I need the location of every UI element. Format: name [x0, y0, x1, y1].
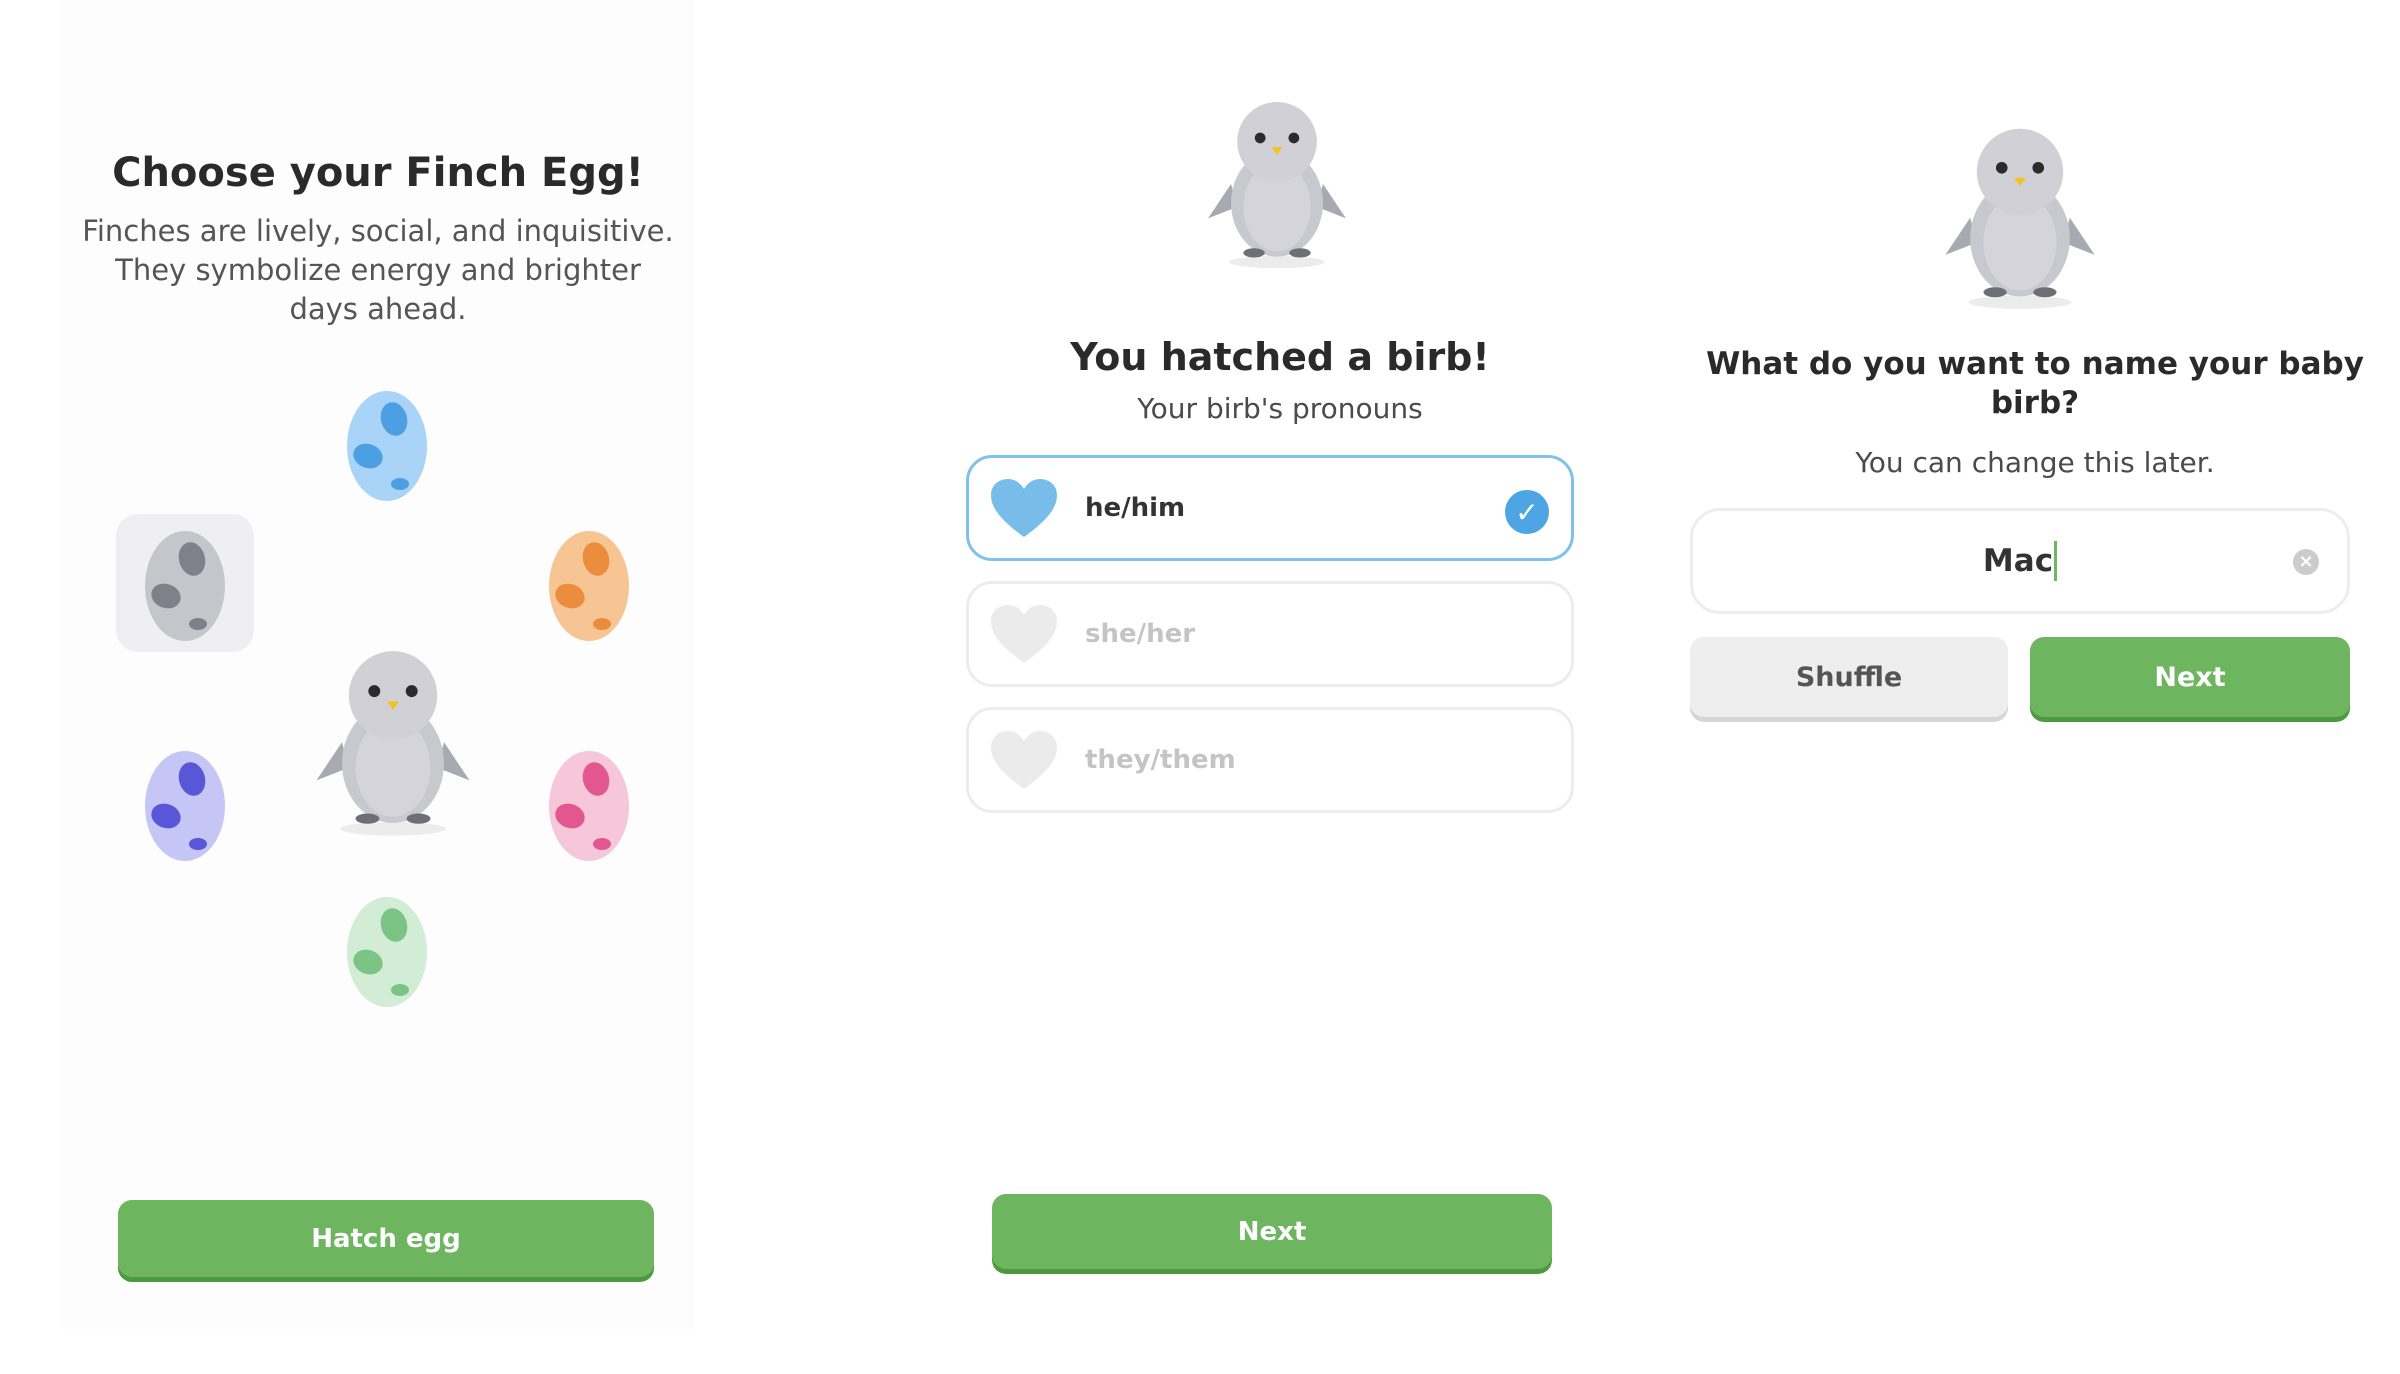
heart-icon [989, 729, 1059, 791]
heart-icon [989, 603, 1059, 665]
bird-illustration [308, 640, 478, 840]
page-subtitle: Your birb's pronouns [1137, 392, 1423, 425]
name-screen: What do you want to name your baby birb?… [1670, 0, 2400, 1374]
egg-icon [549, 751, 629, 861]
pronoun-option-she-her[interactable]: she/her [966, 581, 1574, 687]
hatch-egg-button[interactable]: Hatch egg [118, 1200, 654, 1277]
bird-illustration [1192, 92, 1362, 272]
heart-icon [989, 477, 1059, 539]
next-button[interactable]: Next [992, 1194, 1552, 1269]
shuffle-button[interactable]: Shuffle [1690, 637, 2008, 717]
egg-selection-screen: Choose your Finch Egg! Finches are livel… [62, 0, 694, 1330]
egg-icon [145, 531, 225, 641]
next-button[interactable]: Next [2030, 637, 2350, 717]
pronoun-label: they/them [1085, 745, 1236, 775]
text-caret [2054, 541, 2058, 581]
egg-orange[interactable] [544, 524, 634, 644]
egg-icon [549, 531, 629, 641]
pronoun-label: she/her [1085, 619, 1196, 649]
name-value: Mac [1982, 543, 2054, 579]
egg-pink[interactable] [544, 744, 634, 864]
egg-icon [347, 897, 427, 1007]
egg-description: Finches are lively, social, and inquisit… [82, 214, 674, 326]
page-title: What do you want to name your baby birb? [1706, 346, 2364, 421]
pronoun-label: he/him [1085, 493, 1186, 523]
name-input[interactable]: Mac × [1690, 508, 2350, 614]
egg-purple[interactable] [140, 744, 230, 864]
pronoun-screen: You hatched a birb! Your birb's pronouns… [900, 0, 1660, 1374]
egg-blue[interactable] [342, 384, 432, 504]
bird-illustration [1935, 118, 2105, 313]
egg-green[interactable] [342, 890, 432, 1010]
clear-icon[interactable]: × [2293, 549, 2319, 575]
pronoun-option-he-him[interactable]: he/him ✓ [966, 455, 1574, 561]
page-title: Choose your Finch Egg! [112, 150, 644, 196]
checkmark-icon: ✓ [1505, 490, 1549, 534]
page-title: You hatched a birb! [1070, 335, 1490, 379]
egg-icon [347, 391, 427, 501]
egg-icon [145, 751, 225, 861]
page-subtitle: You can change this later. [1855, 446, 2215, 479]
egg-gray[interactable] [140, 524, 230, 644]
pronoun-option-they-them[interactable]: they/them [966, 707, 1574, 813]
